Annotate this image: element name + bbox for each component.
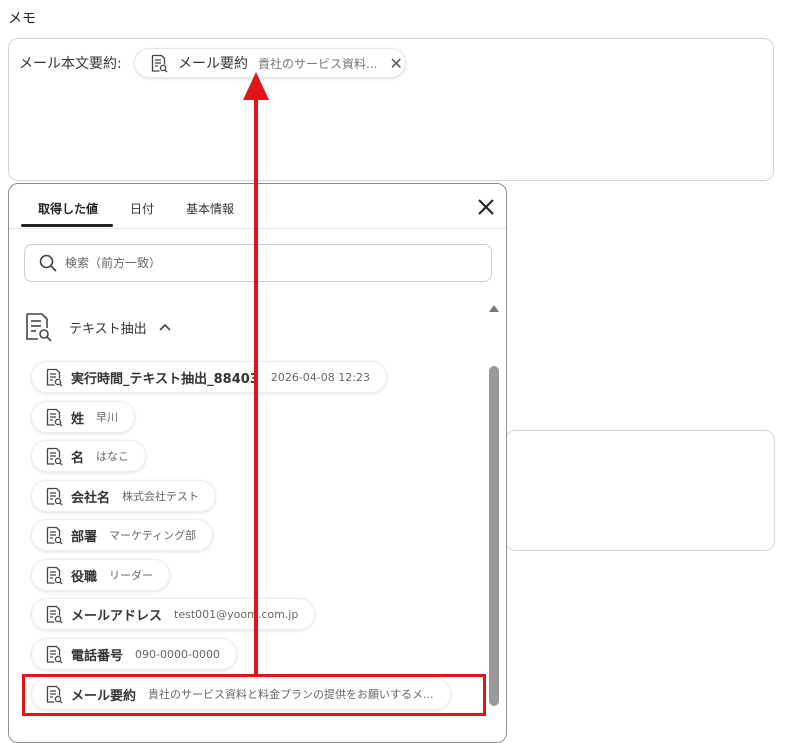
document-search-icon (151, 54, 168, 72)
scroll-up-icon[interactable] (489, 305, 499, 312)
variable-value: マーケティング部 (109, 529, 197, 542)
document-search-icon (46, 368, 63, 386)
search-input[interactable] (63, 255, 467, 271)
annotation-arrow-head-icon (243, 72, 269, 100)
document-search-icon (26, 313, 52, 342)
group-header-text-extraction[interactable]: テキスト抽出 (25, 312, 171, 342)
document-search-icon (46, 645, 63, 663)
variable-value: リーダー (109, 569, 154, 582)
active-tab-indicator (21, 224, 113, 227)
variable-item[interactable]: 姓 早川 (31, 401, 136, 433)
search-icon (39, 254, 57, 272)
variable-name: 実行時間_テキスト抽出_88403 (71, 371, 259, 387)
variable-item[interactable]: 部署 マーケティング部 (31, 519, 214, 551)
annotation-arrow-line (254, 92, 258, 674)
variable-value: test001@yoom.com.jp (174, 607, 299, 621)
variable-value: 株式会社テスト (122, 490, 200, 503)
variable-name: 電話番号 (71, 648, 124, 664)
search-field[interactable] (24, 244, 492, 282)
chevron-up-icon[interactable] (159, 323, 171, 331)
document-search-icon (46, 487, 63, 505)
memo-variable-chip[interactable]: メール要約 貴社のサービス資料... ✕ (134, 48, 406, 78)
group-name: テキスト抽出 (69, 321, 147, 337)
variable-item[interactable]: メールアドレス test001@yoom.com.jp (31, 598, 316, 630)
variable-item[interactable]: 役職 リーダー (31, 559, 171, 591)
scrollbar[interactable] (487, 300, 501, 742)
document-search-icon (46, 566, 63, 584)
variable-value: 2026-04-08 12:23 (270, 370, 370, 384)
annotation-highlight-box (22, 674, 486, 716)
scrollbar-thumb[interactable] (489, 366, 499, 706)
memo-prefix-text: メール本文要約: (19, 56, 122, 72)
tab-acquired-values[interactable]: 取得した値 (38, 200, 98, 217)
variable-name: メールアドレス (71, 608, 163, 624)
memo-label: メモ (8, 11, 36, 27)
tab-basic-info[interactable]: 基本情報 (186, 200, 234, 217)
document-search-icon (46, 447, 63, 465)
background-field[interactable] (505, 430, 775, 551)
variable-item[interactable]: 会社名 株式会社テスト (31, 480, 217, 512)
memo-chip-name: メール要約 (178, 56, 248, 72)
variable-name: 姓 (71, 411, 85, 427)
document-search-icon (46, 408, 63, 426)
document-search-icon (46, 526, 63, 544)
variable-value: はなこ (96, 450, 130, 463)
tab-date[interactable]: 日付 (130, 200, 154, 217)
variable-name: 会社名 (71, 490, 111, 506)
variable-name: 役職 (71, 569, 98, 585)
close-icon[interactable] (475, 196, 497, 218)
variable-value: 090-0000-0000 (135, 647, 220, 661)
close-icon[interactable]: ✕ (389, 54, 402, 73)
document-search-icon (46, 605, 63, 623)
variable-item[interactable]: 実行時間_テキスト抽出_88403 2026-04-08 12:23 (31, 361, 387, 393)
variable-value: 早川 (96, 411, 119, 424)
variable-name: 名 (71, 450, 85, 466)
variable-item[interactable]: 電話番号 090-0000-0000 (31, 638, 237, 670)
variable-name: 部署 (71, 529, 98, 545)
memo-chip-value: 貴社のサービス資料... (258, 56, 378, 71)
variable-item[interactable]: 名 はなこ (31, 440, 147, 472)
